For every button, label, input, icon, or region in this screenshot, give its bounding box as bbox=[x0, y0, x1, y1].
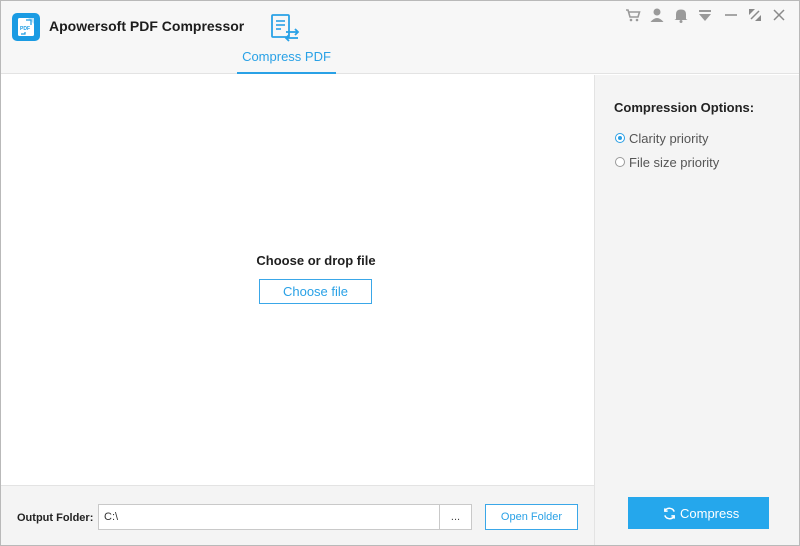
browse-folder-button[interactable]: ... bbox=[439, 504, 472, 530]
output-folder-bar: Output Folder: ... Open Folder bbox=[1, 485, 594, 545]
tab-compress-pdf[interactable]: Compress PDF bbox=[237, 1, 336, 74]
document-swap-icon bbox=[270, 13, 302, 48]
compress-button-label: Compress bbox=[680, 506, 740, 521]
file-drop-area[interactable]: Choose or drop file Choose file bbox=[1, 75, 594, 485]
output-folder-label: Output Folder: bbox=[17, 512, 94, 524]
refresh-icon bbox=[662, 506, 677, 524]
dropdown-menu-icon[interactable] bbox=[695, 5, 715, 25]
close-icon[interactable] bbox=[769, 5, 789, 25]
header-bar: PDF Apowersoft PDF Compressor Compress P… bbox=[1, 1, 799, 74]
compression-options-panel: Compression Options: Clarity priority Fi… bbox=[594, 75, 799, 545]
restore-icon[interactable] bbox=[745, 5, 765, 25]
bell-icon[interactable] bbox=[671, 5, 691, 25]
option-label: File size priority bbox=[629, 155, 720, 170]
logo-text: PDF bbox=[20, 26, 30, 32]
radio-unchecked-icon bbox=[615, 157, 625, 167]
radio-checked-icon bbox=[615, 133, 625, 143]
window-controls bbox=[623, 5, 793, 25]
choose-file-button[interactable]: Choose file bbox=[259, 279, 372, 304]
app-logo-icon: PDF bbox=[12, 13, 40, 41]
tab-label: Compress PDF bbox=[242, 49, 331, 64]
open-folder-button[interactable]: Open Folder bbox=[485, 504, 578, 530]
compression-options-title: Compression Options: bbox=[614, 100, 755, 115]
app-title: Apowersoft PDF Compressor bbox=[49, 18, 245, 34]
cart-icon[interactable] bbox=[623, 5, 643, 25]
option-label: Clarity priority bbox=[629, 131, 709, 146]
output-folder-input[interactable] bbox=[98, 504, 440, 530]
app-window: PDF Apowersoft PDF Compressor Compress P… bbox=[0, 0, 800, 546]
compress-button[interactable]: Compress bbox=[628, 497, 769, 529]
drop-area-title: Choose or drop file bbox=[256, 253, 376, 268]
minimize-icon[interactable] bbox=[721, 5, 741, 25]
tab-active-indicator bbox=[237, 72, 336, 74]
user-icon[interactable] bbox=[647, 5, 667, 25]
